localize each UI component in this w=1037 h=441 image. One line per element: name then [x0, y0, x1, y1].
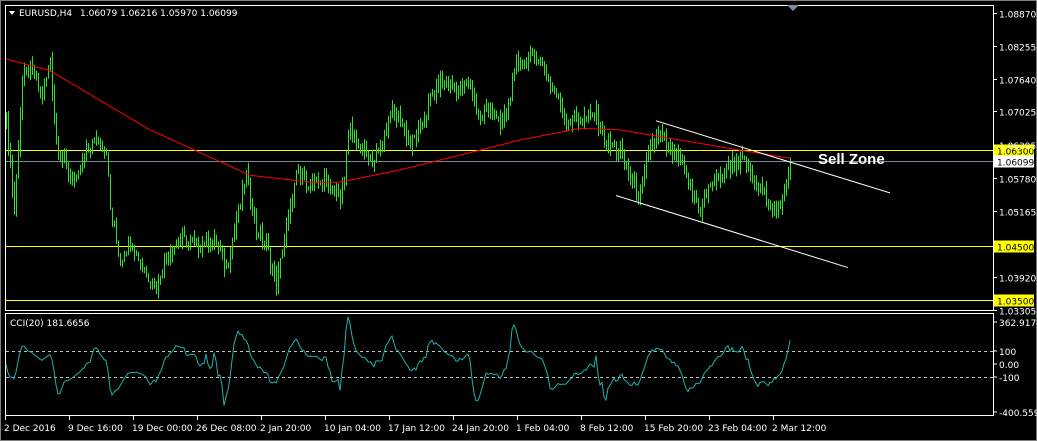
- chart-window[interactable]: 1.063001.045001.035001.060991.088701.082…: [0, 0, 1037, 441]
- time-axis-label: 2 Jan 20:00: [260, 424, 312, 434]
- cci-axis-label: -100: [999, 374, 1020, 384]
- time-axis-label: 9 Dec 16:00: [68, 424, 123, 434]
- time-axis-label: 1 Feb 04:00: [516, 424, 570, 434]
- time-axis-label: 26 Dec 08:00: [196, 424, 257, 434]
- price-axis-label: 1.03305: [999, 308, 1036, 318]
- ohlc-values: 1.06079 1.06216 1.05970 1.06099: [80, 9, 238, 19]
- time-axis-label: 2 Mar 12:00: [772, 424, 827, 434]
- symbol-label: EURUSD,H4: [19, 9, 72, 19]
- time-axis-label: 17 Jan 12:00: [388, 424, 445, 434]
- price-axis-label: 1.07025: [999, 109, 1036, 119]
- price-axis-label: 1.08255: [999, 44, 1036, 54]
- time-axis-label: 8 Feb 12:00: [580, 424, 634, 434]
- price-axis-label: 1.05165: [999, 209, 1036, 219]
- cci-axis-label: -400.5593: [999, 409, 1037, 419]
- time-axis-label: 10 Jan 04:00: [324, 424, 381, 434]
- time-axis-label: 24 Jan 20:00: [452, 424, 509, 434]
- sell-zone-label: Sell Zone: [818, 151, 885, 168]
- level-price-label: 1.04500: [997, 244, 1034, 254]
- level-price-label: 1.03500: [997, 298, 1034, 308]
- cci-axis-label: 362.9172: [999, 319, 1037, 329]
- time-axis-label: 2 Dec 2016: [4, 424, 56, 434]
- current-price-label: 1.06099: [997, 159, 1034, 169]
- time-axis-label: 15 Feb 20:00: [644, 424, 703, 434]
- price-axis-label: 1.08870: [999, 11, 1036, 21]
- cci-axis-label: 100: [999, 348, 1016, 358]
- time-axis-label: 23 Feb 04:00: [708, 424, 767, 434]
- cci-label: CCI(20) 181.6656: [10, 319, 90, 329]
- price-axis-label-hidden: 1.06395: [999, 142, 1036, 152]
- cci-axis-label: 0.00: [999, 361, 1019, 371]
- price-axis-label: 1.07640: [999, 77, 1036, 87]
- price-axis-label: 1.05780: [999, 176, 1036, 186]
- time-axis-label: 19 Dec 00:00: [132, 424, 193, 434]
- price-axis-label: 1.03920: [999, 275, 1036, 285]
